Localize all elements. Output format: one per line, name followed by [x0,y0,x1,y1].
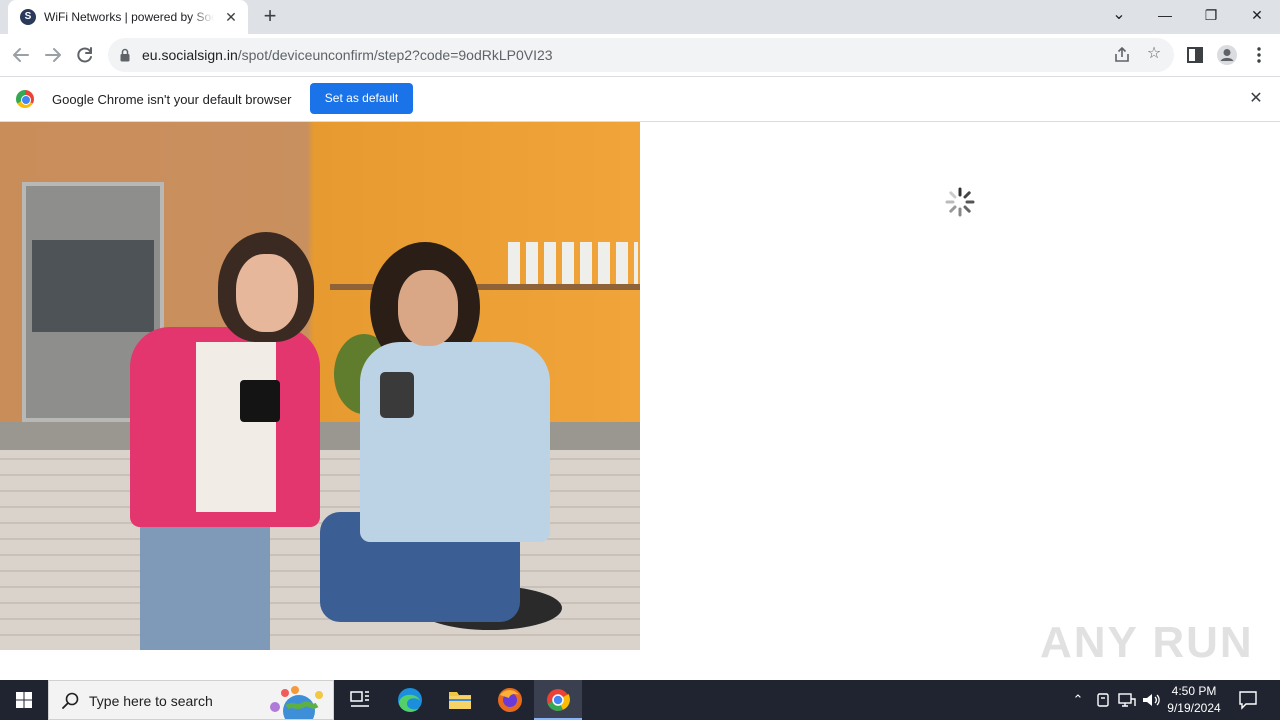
network-icon[interactable] [1116,690,1138,710]
woman-pink-cardigan [120,232,320,650]
tray-device-icon[interactable] [1092,690,1114,710]
woman-blue-shirt [320,242,560,650]
tab-close-icon[interactable]: ✕ [222,8,240,26]
address-bar[interactable]: eu.socialsign.in/spot/deviceunconfirm/st… [108,38,1174,72]
anyrun-watermark: ANY RUN [1040,612,1252,672]
chrome-taskbar-icon[interactable] [534,680,582,720]
default-browser-infobar: Google Chrome isn't your default browser… [0,76,1280,122]
forward-arrow-icon[interactable] [38,40,68,70]
back-arrow-icon[interactable] [6,40,36,70]
clock-time: 4:50 PM [1171,684,1217,698]
restore-button[interactable]: ❐ [1188,0,1234,30]
chrome-logo-icon [16,90,34,108]
minimize-button[interactable]: — [1142,0,1188,30]
notification-center-icon[interactable] [1234,688,1262,712]
set-as-default-button[interactable]: Set as default [310,83,413,114]
page-content [0,122,1280,680]
clock-date: 9/19/2024 [1167,701,1221,715]
site-favicon-icon: S [20,9,36,25]
tab-search-button[interactable]: ⌄ [1096,0,1142,30]
browser-tab[interactable]: S WiFi Networks | powered by Social ✕ [8,0,248,34]
phone-shape [380,372,414,418]
file-explorer-icon[interactable] [436,680,484,720]
lock-icon[interactable] [120,48,130,62]
search-placeholder: Type here to search [89,693,213,709]
tab-strip: S WiFi Networks | powered by Social ✕ + … [0,0,1280,34]
edge-browser-icon[interactable] [386,680,434,720]
infobar-close-icon[interactable]: ✕ [1246,89,1266,109]
url-text[interactable]: eu.socialsign.in/spot/deviceunconfirm/st… [142,47,553,63]
volume-icon[interactable] [1140,690,1162,710]
windows-taskbar: Type here to search ⌃ 4:50 PM 9/19/2024 [0,680,1280,720]
menu-kebab-icon[interactable] [1244,40,1274,70]
reload-icon[interactable] [70,40,100,70]
bookmark-star-icon[interactable]: ☆ [1144,44,1164,64]
tray-overflow-chevron-icon[interactable]: ⌃ [1068,690,1088,710]
mug-shape [240,380,280,422]
search-highlight-art-icon [270,686,323,719]
taskbar-search-box[interactable]: Type here to search [48,680,334,720]
search-icon [62,692,79,709]
url-host: eu.socialsign.in [142,47,238,63]
loading-spinner-icon [945,187,975,217]
windows-start-icon[interactable] [0,680,48,720]
share-icon[interactable] [1112,45,1132,65]
task-view-icon[interactable] [336,680,384,720]
taskbar-clock[interactable]: 4:50 PM 9/19/2024 [1162,683,1226,717]
firefox-icon[interactable] [486,680,534,720]
profile-avatar-icon[interactable] [1212,40,1242,70]
side-panel-icon[interactable] [1180,40,1210,70]
browser-toolbar: eu.socialsign.in/spot/deviceunconfirm/st… [0,34,1280,76]
url-path: /spot/deviceunconfirm/step2?code=9odRkLP… [237,47,553,63]
watermark-text: ANY RUN [1040,618,1254,667]
close-window-button[interactable]: ✕ [1234,0,1280,30]
hero-image [0,122,640,650]
infobar-message: Google Chrome isn't your default browser [52,92,292,107]
new-tab-button[interactable]: + [258,5,282,29]
tab-title: WiFi Networks | powered by Social [44,10,214,24]
